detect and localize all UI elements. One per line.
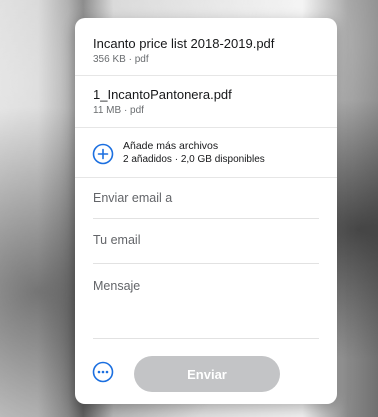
- file-item: Incanto price list 2018-2019.pdf 356 KB …: [75, 18, 337, 76]
- file-meta: 356 KB · pdf: [93, 54, 149, 65]
- file-item: 1_IncantoPantonera.pdf 11 MB · pdf: [75, 76, 337, 128]
- file-meta: 11 MB · pdf: [93, 105, 144, 116]
- send-button[interactable]: Enviar: [134, 356, 280, 392]
- more-options-icon[interactable]: [92, 361, 114, 383]
- email-to-input[interactable]: [93, 191, 319, 205]
- file-name: Incanto price list 2018-2019.pdf: [93, 36, 275, 51]
- panel-footer: Enviar: [75, 340, 337, 404]
- transfer-panel: Incanto price list 2018-2019.pdf 356 KB …: [75, 18, 337, 404]
- plus-circle-icon[interactable]: [92, 143, 114, 165]
- add-files-subtitle: 2 añadidos · 2,0 GB disponibles: [123, 154, 265, 165]
- your-email-input[interactable]: [93, 233, 319, 247]
- add-more-files-button[interactable]: Añade más archivos 2 añadidos · 2,0 GB d…: [75, 128, 337, 178]
- your-email-row: [93, 219, 319, 264]
- message-input[interactable]: [93, 279, 319, 329]
- add-files-title: Añade más archivos: [123, 140, 219, 152]
- email-to-row: [93, 178, 319, 219]
- file-name: 1_IncantoPantonera.pdf: [93, 87, 232, 102]
- message-row: [93, 264, 319, 339]
